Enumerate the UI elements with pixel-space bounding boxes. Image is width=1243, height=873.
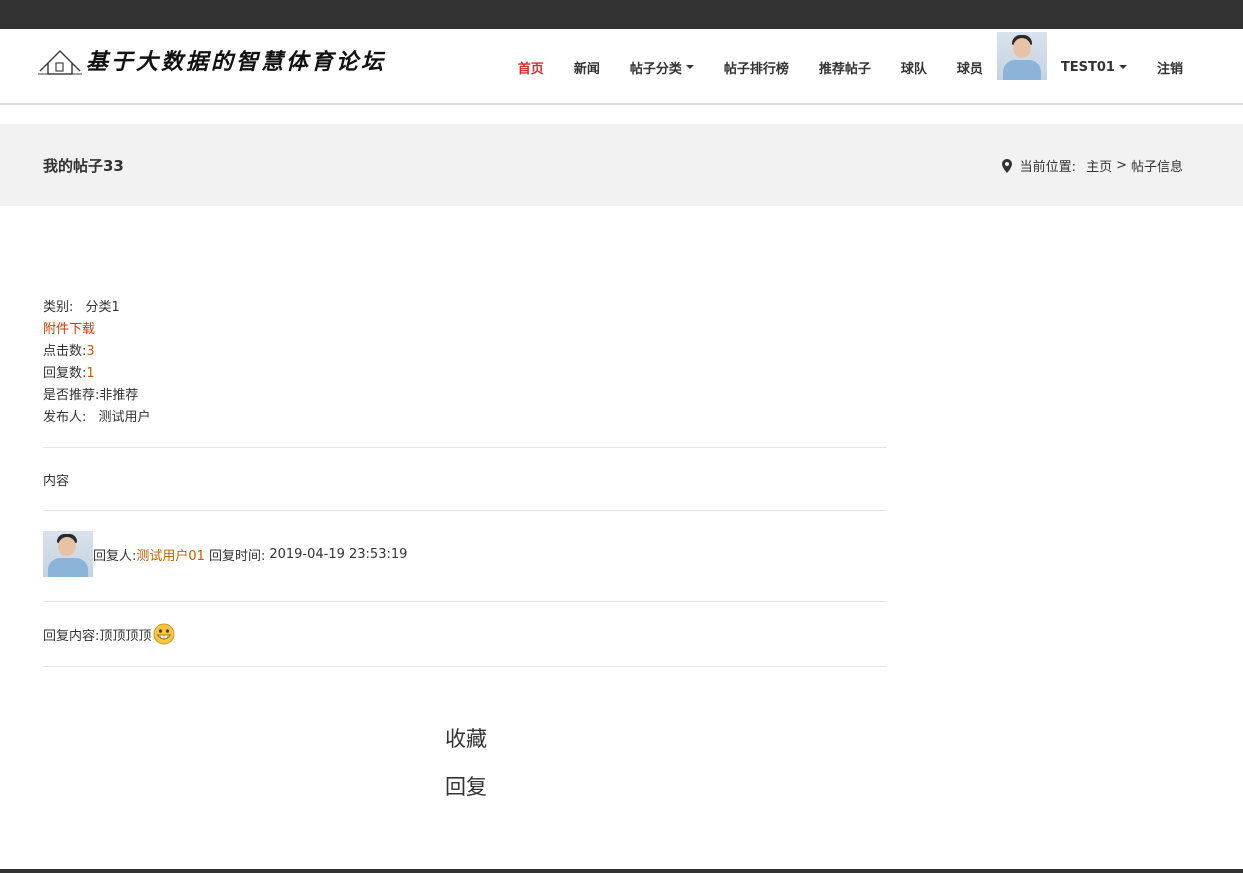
replies-label: 回复数: xyxy=(43,366,87,381)
replies-value: 1 xyxy=(86,366,95,381)
main-nav: 首页 新闻 帖子分类 帖子排行榜 推荐帖子 球队 球员 TEST01 注销 xyxy=(518,29,1183,105)
nav-item-recommended-posts[interactable]: 推荐帖子 xyxy=(819,58,871,77)
post-actions: 收藏 回复 xyxy=(445,724,487,820)
site-header: 基于大数据的智慧体育论坛 首页 新闻 帖子分类 帖子排行榜 推荐帖子 球队 球员… xyxy=(0,29,1243,105)
clicks-label: 点击数: xyxy=(43,344,87,359)
reply-content-text: 顶顶顶顶 xyxy=(99,628,152,644)
breadcrumb-home[interactable]: 主页 xyxy=(1086,156,1112,175)
author-value: 测试用户 xyxy=(98,410,151,425)
breadcrumb: 当前位置: 主页 > 帖子信息 xyxy=(1001,156,1183,175)
user-menu[interactable]: TEST01 xyxy=(1061,60,1127,75)
reply-button[interactable]: 回复 xyxy=(445,772,487,802)
user-avatar[interactable] xyxy=(996,32,1047,80)
post-meta: 类别: 分类1 附件下载 点击数:3 回复数:1 是否推荐:非推荐 发布人: 测… xyxy=(43,297,887,429)
recommended-line: 是否推荐:非推荐 xyxy=(43,385,887,407)
nav-item-players[interactable]: 球员 xyxy=(957,58,983,77)
favorite-button[interactable]: 收藏 xyxy=(445,724,487,754)
replies-line: 回复数:1 xyxy=(43,363,887,385)
chevron-down-icon xyxy=(1118,65,1127,69)
nav-item-teams[interactable]: 球队 xyxy=(901,58,927,77)
chevron-down-icon xyxy=(685,65,694,69)
divider xyxy=(43,510,887,511)
nav-item-post-ranking[interactable]: 帖子排行榜 xyxy=(724,58,789,77)
attachment-download-link[interactable]: 附件下载 xyxy=(43,322,95,337)
replier-label: 回复人: xyxy=(93,548,137,564)
map-pin-icon xyxy=(1001,158,1012,173)
clicks-value: 3 xyxy=(86,344,95,359)
replier-name: 测试用户01 xyxy=(136,548,205,564)
author-line: 发布人: 测试用户 xyxy=(43,407,887,429)
reply-time-value: 2019-04-19 23:53:19 xyxy=(269,546,408,562)
recommended-label: 是否推荐: xyxy=(43,388,100,403)
replier-avatar xyxy=(43,531,93,577)
location-label: 当前位置: xyxy=(1019,160,1077,175)
post-body: 内容 xyxy=(43,474,70,489)
page-title: 我的帖子33 xyxy=(43,157,124,175)
reply-header: 回复人: 测试用户01 回复时间: 2019-04-19 23:53:19 xyxy=(43,531,407,577)
username-label: TEST01 xyxy=(1060,59,1115,75)
author-label: 发布人: xyxy=(43,410,87,425)
logout-link[interactable]: 注销 xyxy=(1157,58,1183,77)
divider xyxy=(43,601,887,602)
divider xyxy=(43,447,887,448)
house-logo-icon xyxy=(38,49,82,75)
nav-item-home[interactable]: 首页 xyxy=(518,58,544,77)
divider xyxy=(43,666,887,667)
download-line: 附件下载 xyxy=(43,319,887,341)
category-line: 类别: 分类1 xyxy=(43,297,887,319)
nav-item-post-categories-label: 帖子分类 xyxy=(629,61,682,77)
nav-item-post-categories[interactable]: 帖子分类 xyxy=(630,58,694,77)
grinning-emoji-icon xyxy=(153,623,175,645)
recommended-value: 非推荐 xyxy=(99,388,139,403)
nav-item-news[interactable]: 新闻 xyxy=(574,58,600,77)
category-label: 类别: xyxy=(43,300,74,315)
breadcrumb-current: 帖子信息 xyxy=(1130,160,1183,175)
category-value: 分类1 xyxy=(85,300,120,315)
site-logo[interactable]: 基于大数据的智慧体育论坛 xyxy=(38,43,386,77)
breadcrumb-separator: > xyxy=(1116,158,1127,173)
clicks-line: 点击数:3 xyxy=(43,341,887,363)
page-banner: 我的帖子33 当前位置: 主页 > 帖子信息 xyxy=(0,124,1243,206)
footer-bar xyxy=(0,869,1243,873)
top-bar xyxy=(0,0,1243,29)
reply-content: 回复内容: 顶顶顶顶 xyxy=(43,623,175,645)
reply-content-label: 回复内容: xyxy=(43,628,100,644)
reply-time-label: 回复时间: xyxy=(208,548,266,564)
site-title: 基于大数据的智慧体育论坛 xyxy=(86,49,387,75)
